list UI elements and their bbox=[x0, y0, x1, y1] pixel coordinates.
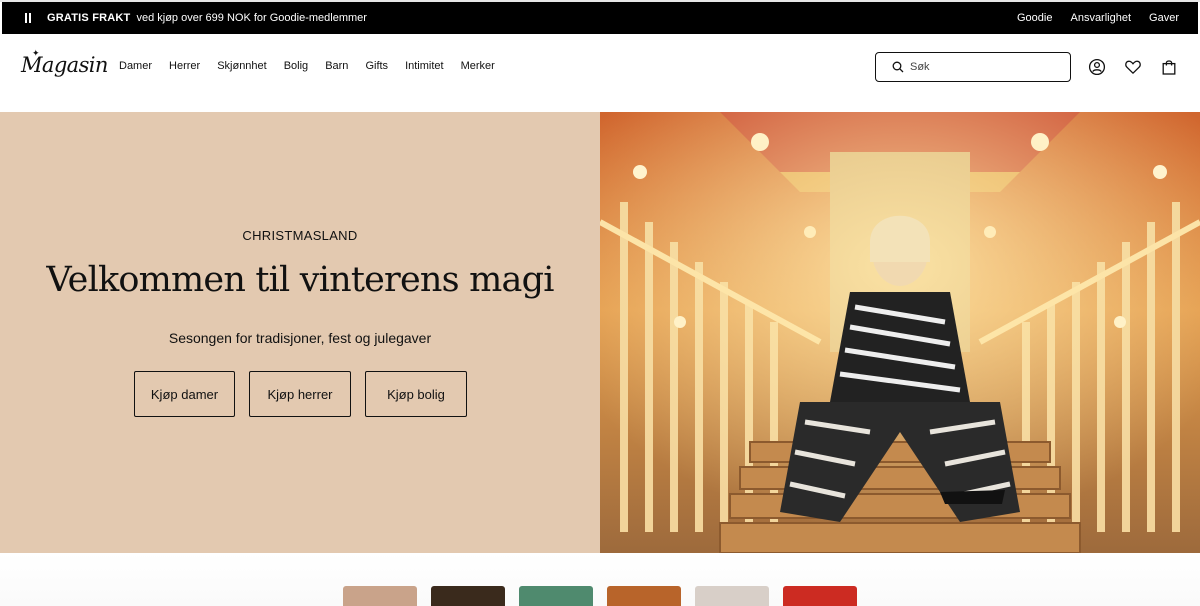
utility-links: Goodie Ansvarlighet Gaver bbox=[1017, 11, 1179, 25]
bag-icon[interactable] bbox=[1160, 58, 1178, 76]
link-goodie[interactable]: Goodie bbox=[1017, 11, 1052, 25]
hero-illustration bbox=[600, 112, 1200, 553]
search-input[interactable] bbox=[910, 61, 1060, 73]
hero-subheading: Sesongen for tradisjoner, fest og julega… bbox=[168, 330, 432, 346]
site-logo[interactable]: ✦ Magasin bbox=[21, 49, 108, 77]
category-tile-2[interactable] bbox=[431, 586, 505, 606]
link-ansvarlighet[interactable]: Ansvarlighet bbox=[1070, 11, 1131, 25]
search-icon bbox=[892, 61, 904, 73]
search-box[interactable] bbox=[875, 52, 1071, 82]
hero-image[interactable] bbox=[600, 112, 1200, 553]
hero-headline: Velkommen til vinterens magi bbox=[46, 260, 554, 300]
category-tile-5[interactable] bbox=[695, 586, 769, 606]
hero-text-panel: CHRISTMASLAND Velkommen til vinterens ma… bbox=[0, 112, 600, 553]
logo-star-icon: ✦ bbox=[32, 49, 40, 59]
nav-intimitet[interactable]: Intimitet bbox=[405, 60, 444, 72]
pause-icon[interactable] bbox=[24, 13, 32, 23]
nav-damer[interactable]: Damer bbox=[119, 60, 152, 72]
promo-bold: GRATIS FRAKT bbox=[47, 12, 131, 24]
site-header: ✦ Magasin Damer Herrer Skjønnhet Bolig B… bbox=[0, 34, 1200, 112]
category-tile-4[interactable] bbox=[607, 586, 681, 606]
link-gaver[interactable]: Gaver bbox=[1149, 11, 1179, 25]
category-tile-3[interactable] bbox=[519, 586, 593, 606]
category-tile-6[interactable] bbox=[783, 586, 857, 606]
page-background-strip bbox=[0, 553, 1200, 606]
nav-barn[interactable]: Barn bbox=[325, 60, 348, 72]
nav-bolig[interactable]: Bolig bbox=[284, 60, 308, 72]
main-nav: Damer Herrer Skjønnhet Bolig Barn Gifts … bbox=[119, 60, 512, 72]
nav-gifts[interactable]: Gifts bbox=[365, 60, 388, 72]
nav-herrer[interactable]: Herrer bbox=[169, 60, 200, 72]
nav-skjonnhet[interactable]: Skjønnhet bbox=[217, 60, 267, 72]
shop-home-button[interactable]: Kjøp bolig bbox=[365, 371, 467, 417]
nav-merker[interactable]: Merker bbox=[461, 60, 495, 72]
announcement-bar: GRATIS FRAKT ved kjøp over 699 NOK for Go… bbox=[2, 2, 1198, 34]
shop-women-button[interactable]: Kjøp damer bbox=[134, 371, 235, 417]
account-icon[interactable] bbox=[1088, 58, 1106, 76]
promo-detail: ved kjøp over 699 NOK for Goodie-medlemm… bbox=[136, 12, 367, 24]
promo-text: GRATIS FRAKT ved kjøp over 699 NOK for Go… bbox=[47, 11, 367, 25]
shop-men-button[interactable]: Kjøp herrer bbox=[249, 371, 351, 417]
hero-eyebrow: CHRISTMASLAND bbox=[242, 228, 358, 243]
category-tile-1[interactable] bbox=[343, 586, 417, 606]
heart-icon[interactable] bbox=[1124, 58, 1142, 76]
